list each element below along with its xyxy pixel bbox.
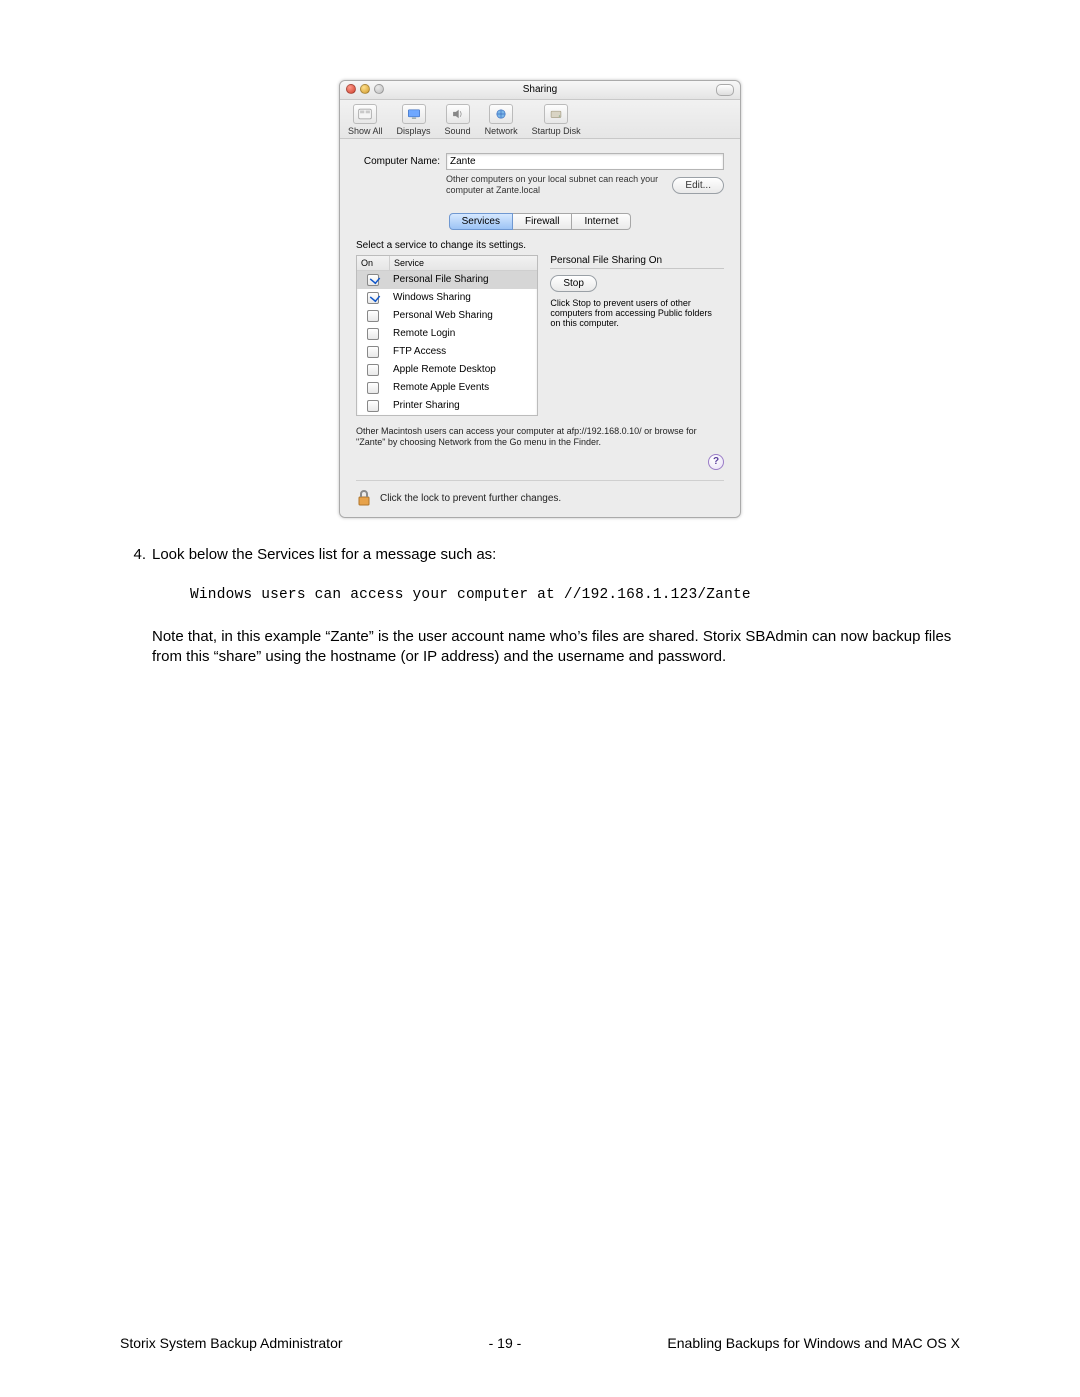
code-sample: Windows users can access your computer a… (190, 587, 960, 603)
toolbar-network[interactable]: Network (485, 104, 518, 136)
tab-firewall[interactable]: Firewall (513, 213, 572, 230)
table-row[interactable]: Remote Apple Events (357, 379, 537, 397)
window-controls (346, 84, 384, 94)
help-icon[interactable]: ? (708, 454, 724, 470)
toolbar-displays[interactable]: Displays (397, 104, 431, 136)
tabbar: Services Firewall Internet (356, 213, 724, 230)
services-table: On Service Personal File Sharing Windows … (356, 255, 538, 416)
checkbox[interactable] (367, 310, 379, 322)
services-list: On Service Personal File Sharing Windows … (356, 255, 538, 416)
toolbar-label: Show All (348, 126, 383, 136)
checkbox[interactable] (367, 400, 379, 412)
table-row[interactable]: Personal Web Sharing (357, 307, 537, 325)
lock-row: Click the lock to prevent further change… (356, 480, 724, 507)
computer-name-label: Computer Name: (356, 156, 440, 167)
toolbar: Show All Displays Sound Network (340, 100, 740, 139)
stop-hint: Click Stop to prevent users of other com… (550, 298, 724, 328)
service-detail: Personal File Sharing On Stop Click Stop… (550, 255, 724, 328)
window-title: Sharing (523, 84, 557, 95)
toolbar-label: Sound (445, 126, 471, 136)
tab-services[interactable]: Services (449, 213, 513, 230)
toolbar-label: Network (485, 126, 518, 136)
stop-button[interactable]: Stop (550, 275, 597, 292)
step-4: 4. Look below the Services list for a me… (120, 546, 960, 563)
computer-name-hint-row: Other computers on your local subnet can… (446, 174, 724, 197)
close-icon[interactable] (346, 84, 356, 94)
step-number: 4. (120, 546, 152, 563)
lock-text: Click the lock to prevent further change… (380, 493, 561, 504)
toolbar-startup-disk[interactable]: Startup Disk (532, 104, 581, 136)
help-row: ? (356, 452, 724, 470)
edit-button[interactable]: Edit... (672, 177, 724, 194)
toolbar-label: Displays (397, 126, 431, 136)
page-footer: Storix System Backup Administrator - 19 … (0, 1335, 1080, 1351)
service-name: Remote Apple Events (389, 380, 537, 395)
checkbox[interactable] (367, 364, 379, 376)
tab-internet[interactable]: Internet (572, 213, 631, 230)
service-name: Windows Sharing (389, 290, 537, 305)
services-panel: On Service Personal File Sharing Windows … (356, 255, 724, 416)
zoom-icon[interactable] (374, 84, 384, 94)
checkbox[interactable] (367, 382, 379, 394)
computer-name-hint: Other computers on your local subnet can… (446, 174, 664, 197)
footer-left: Storix System Backup Administrator (120, 1335, 343, 1351)
toolbar-pill-icon[interactable] (716, 84, 734, 96)
network-icon (489, 104, 513, 124)
startup-disk-icon (544, 104, 568, 124)
checkbox[interactable] (367, 328, 379, 340)
show-all-icon (353, 104, 377, 124)
table-head: On Service (357, 256, 537, 271)
computer-name-input[interactable] (446, 153, 724, 170)
document-page: Sharing Show All Displays Sound (0, 0, 1080, 1397)
status-title: Personal File Sharing On (550, 255, 724, 266)
sound-icon (446, 104, 470, 124)
service-name: Personal File Sharing (389, 272, 537, 287)
paragraph: Note that, in this example “Zante” is th… (152, 627, 960, 668)
checkbox[interactable] (367, 346, 379, 358)
service-name: Personal Web Sharing (389, 308, 537, 323)
displays-icon (402, 104, 426, 124)
service-name: Apple Remote Desktop (389, 362, 537, 377)
table-row[interactable]: Apple Remote Desktop (357, 361, 537, 379)
footer-center: - 19 - (489, 1335, 522, 1351)
toolbar-show-all[interactable]: Show All (348, 104, 383, 136)
select-service-label: Select a service to change its settings. (356, 240, 724, 251)
checkbox[interactable] (367, 292, 379, 304)
titlebar: Sharing (340, 81, 740, 100)
table-row[interactable]: Personal File Sharing (357, 271, 537, 289)
col-service: Service (390, 256, 537, 270)
computer-name-row: Computer Name: (356, 153, 724, 170)
footer-right: Enabling Backups for Windows and MAC OS … (667, 1335, 960, 1351)
table-row[interactable]: FTP Access (357, 343, 537, 361)
toolbar-label: Startup Disk (532, 126, 581, 136)
checkbox[interactable] (367, 274, 379, 286)
afp-note: Other Macintosh users can access your co… (356, 426, 724, 449)
toolbar-sound[interactable]: Sound (445, 104, 471, 136)
lock-icon[interactable] (356, 489, 372, 507)
col-on: On (357, 256, 390, 270)
service-name: Remote Login (389, 326, 537, 341)
service-name: Printer Sharing (389, 398, 537, 413)
table-row[interactable]: Remote Login (357, 325, 537, 343)
divider (550, 268, 724, 269)
minimize-icon[interactable] (360, 84, 370, 94)
table-row[interactable]: Printer Sharing (357, 397, 537, 415)
table-row[interactable]: Windows Sharing (357, 289, 537, 307)
step-text: Look below the Services list for a messa… (152, 546, 960, 563)
service-name: FTP Access (389, 344, 537, 359)
mac-window: Sharing Show All Displays Sound (339, 80, 741, 518)
window-content: Computer Name: Other computers on your l… (340, 139, 740, 517)
